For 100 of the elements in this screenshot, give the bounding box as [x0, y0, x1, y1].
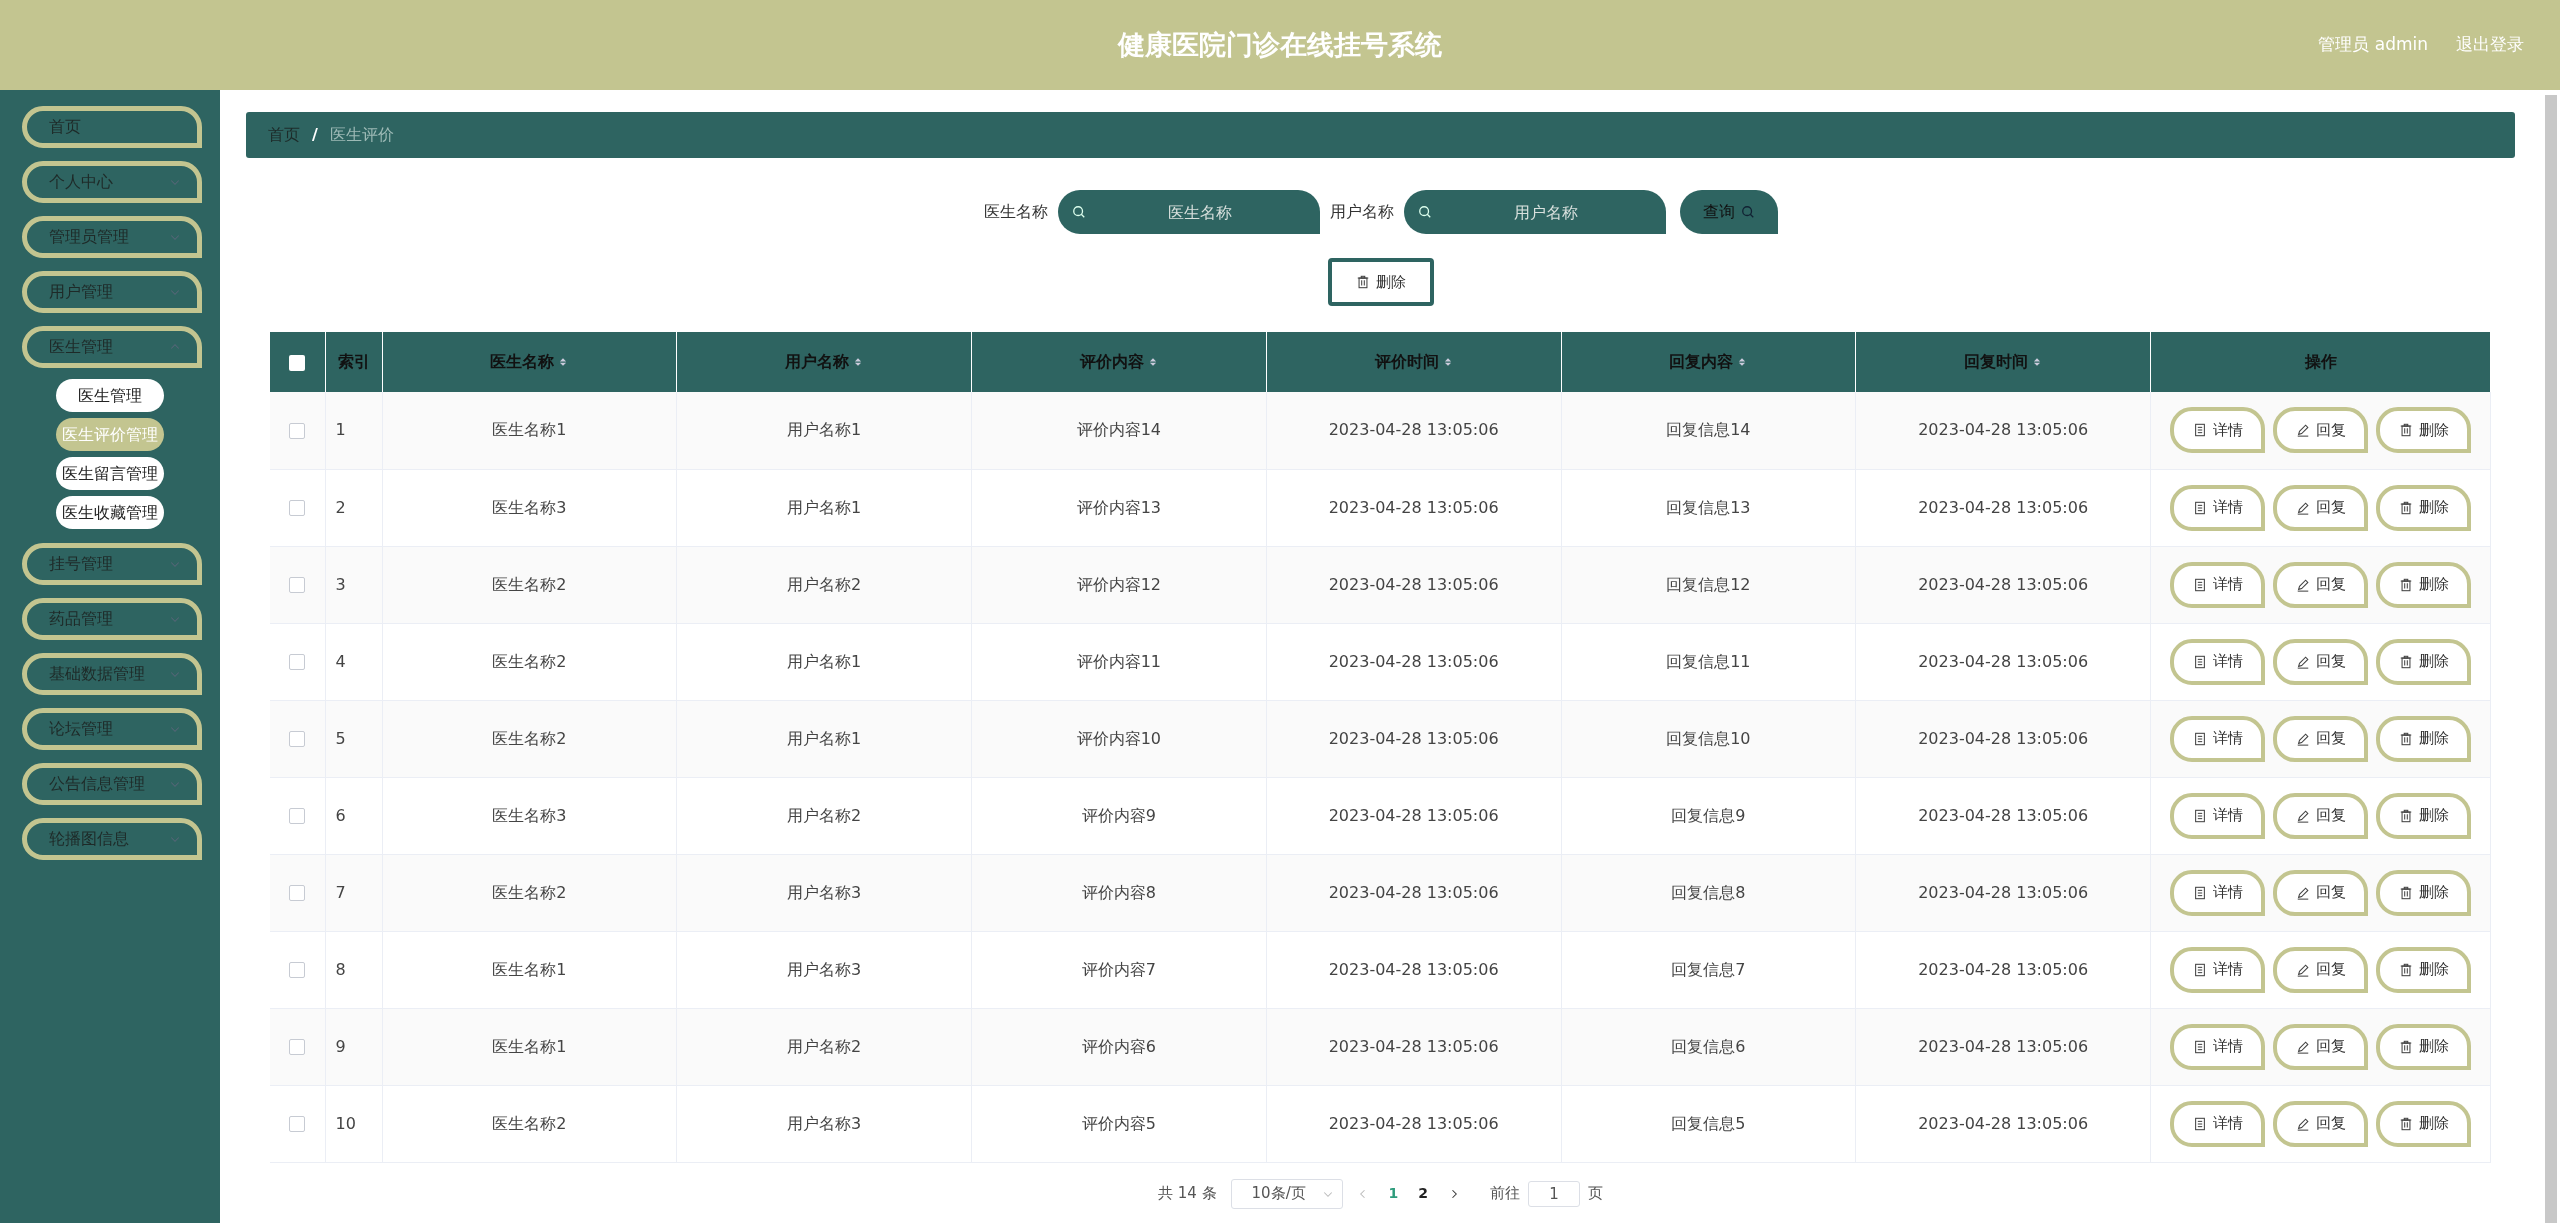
table-cell: 2023-04-28 13:05:06 [1328, 728, 1499, 748]
row-checkbox[interactable] [289, 808, 306, 824]
delete-button[interactable]: 删除 [2376, 792, 2471, 839]
row-checkbox[interactable] [289, 1039, 306, 1055]
trash-icon [2398, 1039, 2413, 1054]
row-checkbox[interactable] [289, 500, 306, 516]
reply-button[interactable]: 回复 [2273, 638, 2368, 685]
table-cell: 医生名称1 [492, 959, 567, 979]
table-cell: 医生名称3 [492, 805, 567, 825]
reply-button[interactable]: 回复 [2273, 869, 2368, 916]
details-button[interactable]: 详情 [2170, 946, 2265, 993]
table-cell: 2023-04-28 13:05:06 [1328, 1036, 1499, 1056]
delete-button[interactable]: 删除 [2376, 561, 2471, 608]
row-checkbox[interactable] [289, 1116, 306, 1132]
delete-button[interactable]: 删除 [1327, 258, 1434, 306]
reply-button[interactable]: 回复 [2273, 715, 2368, 762]
table-cell: 8 [335, 959, 346, 979]
search-icon [1740, 205, 1755, 219]
details-button[interactable]: 详情 [2170, 715, 2265, 762]
table-cell: 医生名称2 [492, 651, 567, 671]
table-cell: 2023-04-28 13:05:06 [1918, 882, 2089, 902]
delete-button[interactable]: 删除 [2376, 484, 2471, 531]
submenu-item[interactable]: 医生留言管理 [56, 457, 164, 490]
document-icon [2192, 423, 2207, 438]
table-cell: 回复信息10 [1666, 728, 1751, 748]
table-cell: 评价内容14 [1076, 420, 1162, 440]
pencil-icon [2295, 423, 2310, 438]
table-cell: 2023-04-28 13:05:06 [1918, 497, 2089, 517]
delete-button[interactable]: 删除 [2376, 1023, 2471, 1070]
details-button[interactable]: 详情 [2170, 484, 2265, 531]
table-cell: 2023-04-28 13:05:06 [1328, 420, 1499, 440]
table-cell: 2023-04-28 13:05:06 [1328, 882, 1499, 902]
page-input[interactable]: 1 [1528, 1180, 1581, 1207]
delete-button[interactable]: 删除 [2376, 638, 2471, 685]
reply-button[interactable]: 回复 [2273, 792, 2368, 839]
table-cell: 医生名称2 [492, 728, 567, 748]
table-cell: 2 [335, 497, 346, 517]
table-cell: 医生名称2 [492, 574, 567, 594]
search-field[interactable]: 用户名称 [1403, 190, 1666, 234]
delete-button[interactable]: 删除 [2376, 1100, 2471, 1147]
table-cell: 医生名称3 [492, 497, 567, 517]
table-cell: 回复信息6 [1671, 1036, 1746, 1056]
page-number[interactable]: 2 [1412, 1183, 1435, 1204]
row-checkbox[interactable] [289, 731, 306, 747]
select-all-checkbox[interactable] [289, 354, 306, 371]
table-cell: 用户名称1 [787, 420, 862, 440]
reply-button[interactable]: 回复 [2273, 484, 2368, 531]
table-cell: 2023-04-28 13:05:06 [1918, 805, 2089, 825]
table-cell: 评价内容6 [1081, 1036, 1156, 1056]
table-cell: 用户名称2 [787, 805, 862, 825]
reply-button[interactable]: 回复 [2273, 1023, 2368, 1070]
pencil-icon [2295, 1116, 2310, 1131]
table-cell: 10 [335, 1113, 356, 1133]
row-checkbox[interactable] [289, 422, 306, 439]
column-header: 操作 [2304, 351, 2337, 373]
reply-button[interactable]: 回复 [2273, 946, 2368, 993]
delete-button[interactable]: 删除 [2376, 869, 2471, 916]
reply-button[interactable]: 回复 [2273, 1100, 2368, 1147]
scrollbar[interactable] [2545, 95, 2557, 1223]
details-button[interactable]: 详情 [2170, 638, 2265, 685]
table-cell: 3 [335, 574, 346, 594]
table-cell: 9 [335, 1036, 346, 1056]
goto-label: 前往 [1490, 1183, 1521, 1205]
search-icon [1417, 205, 1432, 219]
table-cell: 评价内容13 [1076, 497, 1162, 517]
delete-button[interactable]: 删除 [2376, 715, 2471, 762]
table-cell: 回复信息5 [1671, 1113, 1746, 1133]
row-checkbox[interactable] [289, 962, 306, 978]
details-button[interactable]: 详情 [2170, 1023, 2265, 1070]
column-header: 索引 [337, 351, 370, 373]
details-button[interactable]: 详情 [2170, 407, 2265, 454]
row-checkbox[interactable] [289, 654, 306, 670]
trash-icon [2398, 423, 2413, 438]
table-cell: 4 [335, 651, 346, 671]
row-checkbox[interactable] [289, 885, 306, 901]
delete-button[interactable]: 删除 [2376, 946, 2471, 993]
details-button[interactable]: 详情 [2170, 792, 2265, 839]
reply-button[interactable]: 回复 [2273, 407, 2368, 454]
search-field[interactable]: 医生名称 [1057, 190, 1320, 234]
table-cell: 回复信息7 [1671, 959, 1746, 979]
table-cell: 回复信息13 [1666, 497, 1751, 517]
search-icon [1071, 205, 1086, 219]
row-checkbox[interactable] [289, 577, 306, 593]
table-cell: 评价内容12 [1076, 574, 1162, 594]
submenu-item[interactable]: 医生收藏管理 [56, 496, 164, 529]
details-button[interactable]: 详情 [2170, 1100, 2265, 1147]
table-cell: 6 [335, 805, 346, 825]
reply-button[interactable]: 回复 [2273, 561, 2368, 608]
delete-button[interactable]: 删除 [2376, 407, 2471, 454]
table-cell: 回复信息8 [1671, 882, 1746, 902]
page-size-select[interactable]: 10条/页 [1230, 1178, 1343, 1209]
pencil-icon [2295, 808, 2310, 823]
submenu-item[interactable]: 医生管理 [56, 379, 164, 412]
table-cell: 2023-04-28 13:05:06 [1328, 1113, 1499, 1133]
table-cell: 评价内容5 [1081, 1113, 1156, 1133]
details-button[interactable]: 详情 [2170, 869, 2265, 916]
details-button[interactable]: 详情 [2170, 561, 2265, 608]
user-label: 管理员 admin [2318, 33, 2428, 57]
trash-icon [1355, 275, 1370, 289]
table-cell: 2023-04-28 13:05:06 [1918, 574, 2089, 594]
